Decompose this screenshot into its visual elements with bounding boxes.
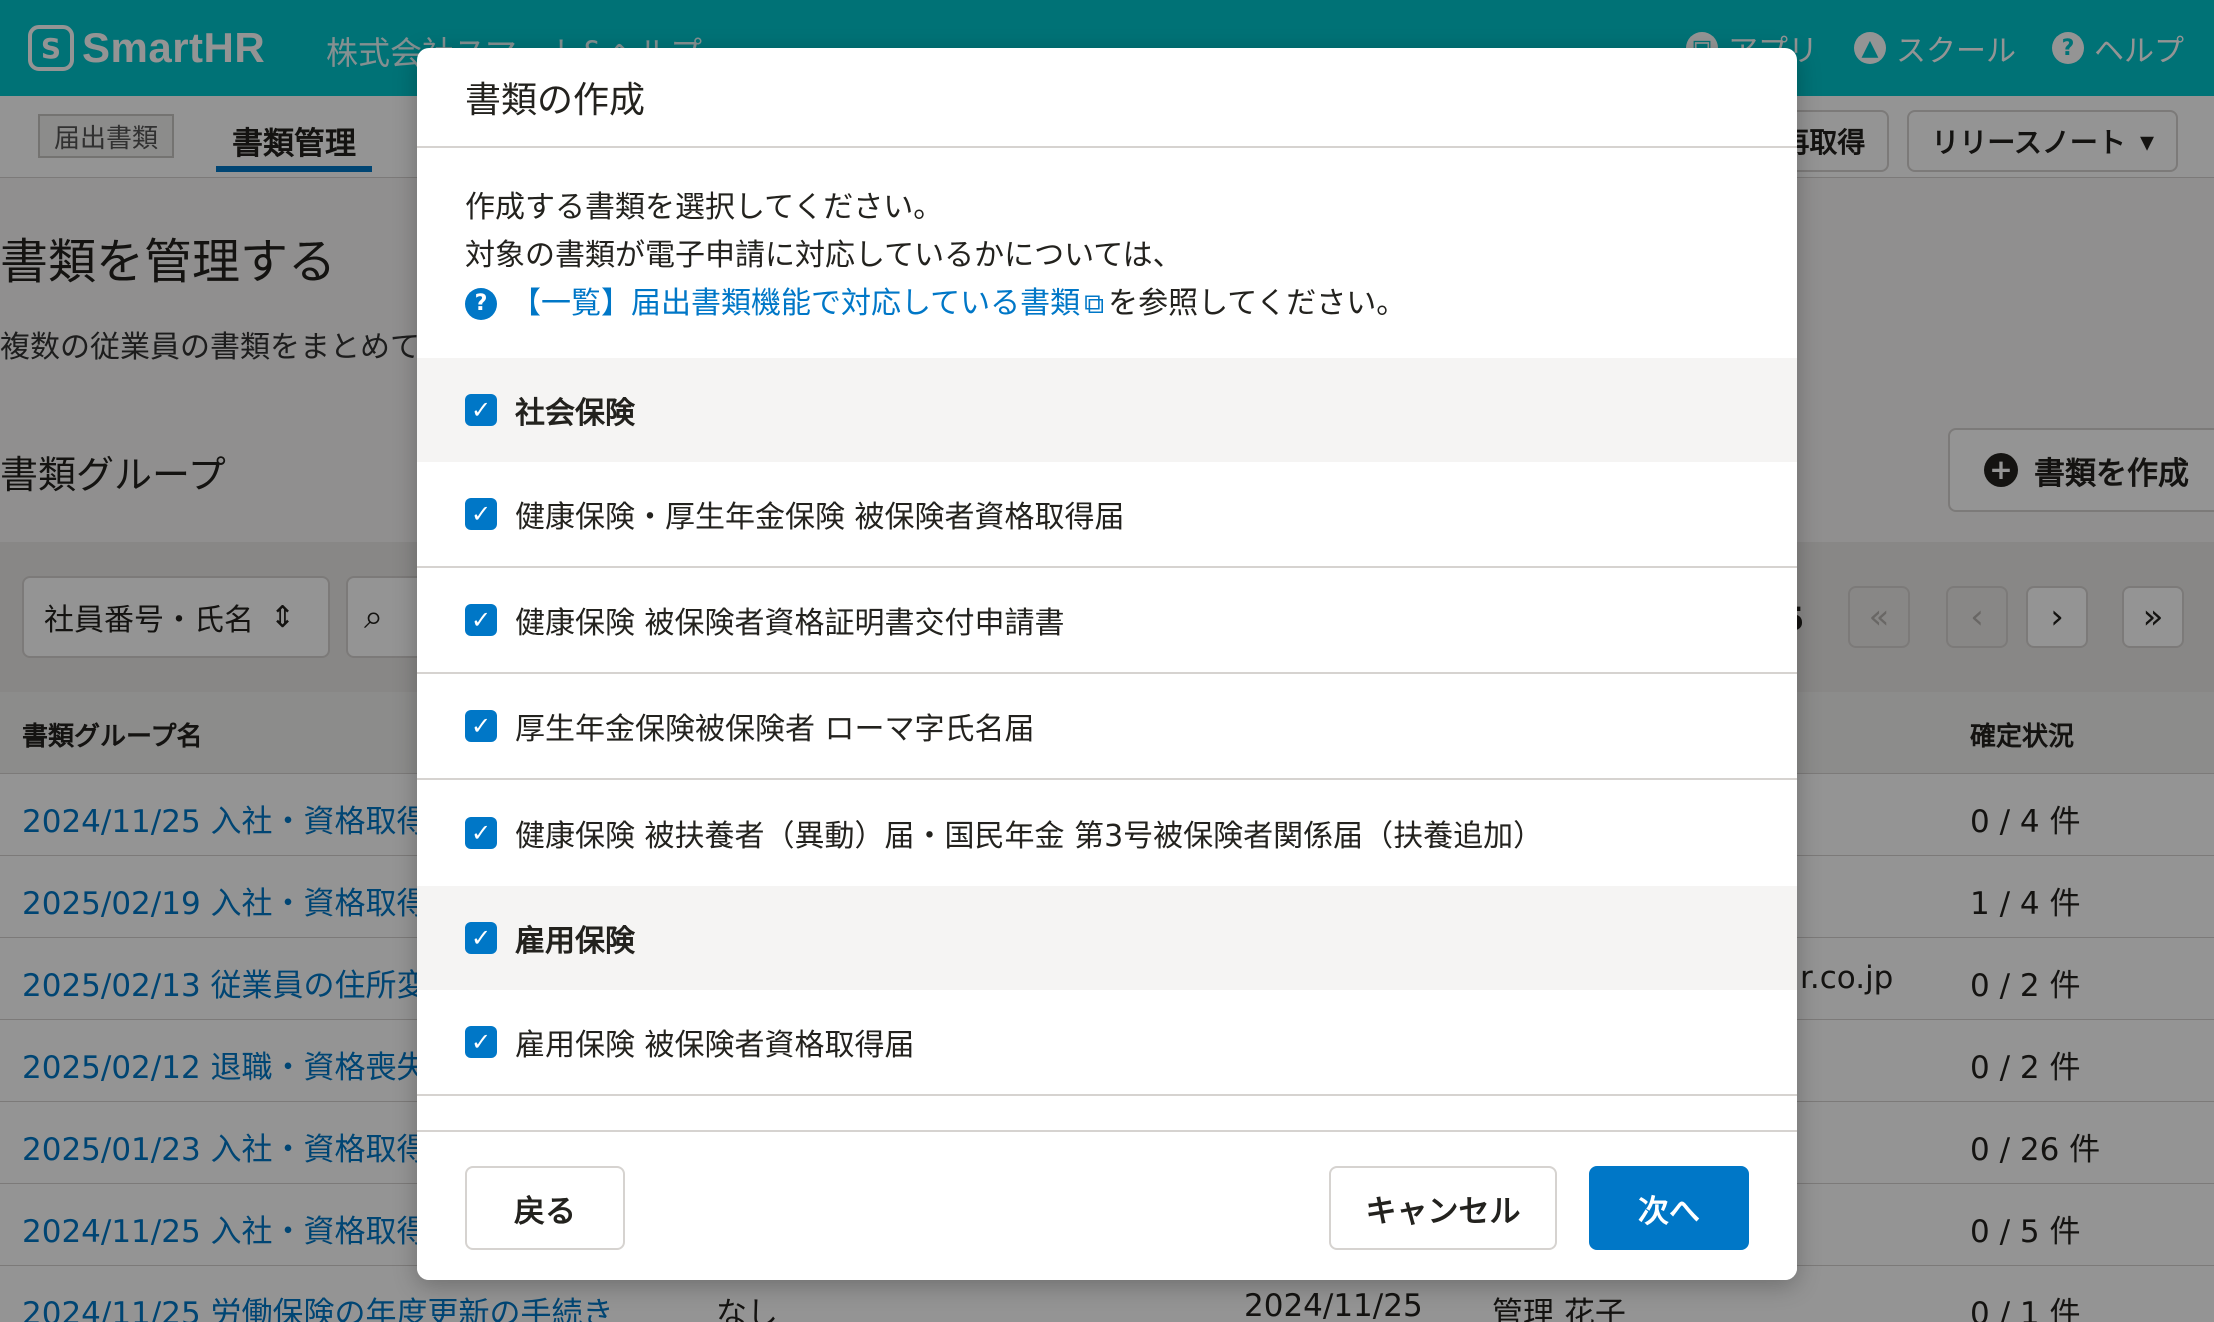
checkbox-item[interactable]: ✓ 健康保険・厚生年金保険 被保険者資格取得届 [417, 462, 1797, 568]
checkbox-label: 雇用保険 被保険者資格取得届 [515, 1028, 915, 1063]
dialog-intro: 作成する書類を選択してください。 対象の書類が電子申請に対応しているかについては… [417, 148, 1797, 358]
check-icon: ✓ [465, 922, 497, 954]
checkbox-label: 健康保険・厚生年金保険 被保険者資格取得届 [515, 500, 1125, 535]
check-icon: ✓ [465, 1026, 497, 1058]
check-icon: ✓ [465, 710, 497, 742]
checkbox-item[interactable]: ✓ 厚生年金保険被保険者 ローマ字氏名届 [417, 674, 1797, 780]
checkbox-label: 雇用保険 [515, 924, 635, 959]
checkbox-group-social-insurance[interactable]: ✓ 社会保険 [417, 358, 1797, 462]
intro-line: 作成する書類を選択してください。 [465, 190, 944, 225]
checkbox-label: 健康保険 被扶養者（異動）届・国民年金 第3号被保険者関係届（扶養追加） [515, 819, 1544, 854]
link-suffix: を参照してください。 [1108, 286, 1407, 321]
checkbox-label: 社会保険 [515, 396, 635, 431]
intro-line: 対象の書類が電子申請に対応しているかについては、 [465, 238, 1183, 273]
checkbox-group-employment-insurance[interactable]: ✓ 雇用保険 [417, 886, 1797, 990]
create-document-dialog: 書類の作成 作成する書類を選択してください。 対象の書類が電子申請に対応している… [417, 48, 1797, 1280]
question-circle-icon: ? [465, 288, 497, 320]
next-button[interactable]: 次へ [1589, 1166, 1749, 1250]
checkbox-label: 厚生年金保険被保険者 ローマ字氏名届 [515, 712, 1035, 747]
dialog-header: 書類の作成 [417, 48, 1797, 148]
help-link-line: ? 【一覧】届出書類機能で対応している書類 ⧉ を参照してください。 [465, 280, 1749, 328]
checkbox-item[interactable]: ✓ 雇用保険 被保険者資格取得届 [417, 990, 1797, 1096]
checkbox-item[interactable]: ✓ 健康保険 被扶養者（異動）届・国民年金 第3号被保険者関係届（扶養追加） [417, 780, 1797, 886]
check-icon: ✓ [465, 394, 497, 426]
back-button[interactable]: 戻る [465, 1166, 625, 1250]
dialog-title: 書類の作成 [465, 80, 646, 121]
dialog-body: 作成する書類を選択してください。 対象の書類が電子申請に対応しているかについては… [417, 148, 1797, 1130]
supported-docs-link[interactable]: 【一覧】届出書類機能で対応している書類 [511, 280, 1080, 328]
cancel-button[interactable]: キャンセル [1329, 1166, 1557, 1250]
external-link-icon: ⧉ [1084, 287, 1105, 320]
check-icon: ✓ [465, 604, 497, 636]
check-icon: ✓ [465, 498, 497, 530]
checkbox-item[interactable]: ✓ 健康保険 被保険者資格証明書交付申請書 [417, 568, 1797, 674]
check-icon: ✓ [465, 817, 497, 849]
dialog-footer: 戻る キャンセル 次へ [417, 1130, 1797, 1280]
checkbox-label: 健康保険 被保険者資格証明書交付申請書 [515, 606, 1065, 641]
